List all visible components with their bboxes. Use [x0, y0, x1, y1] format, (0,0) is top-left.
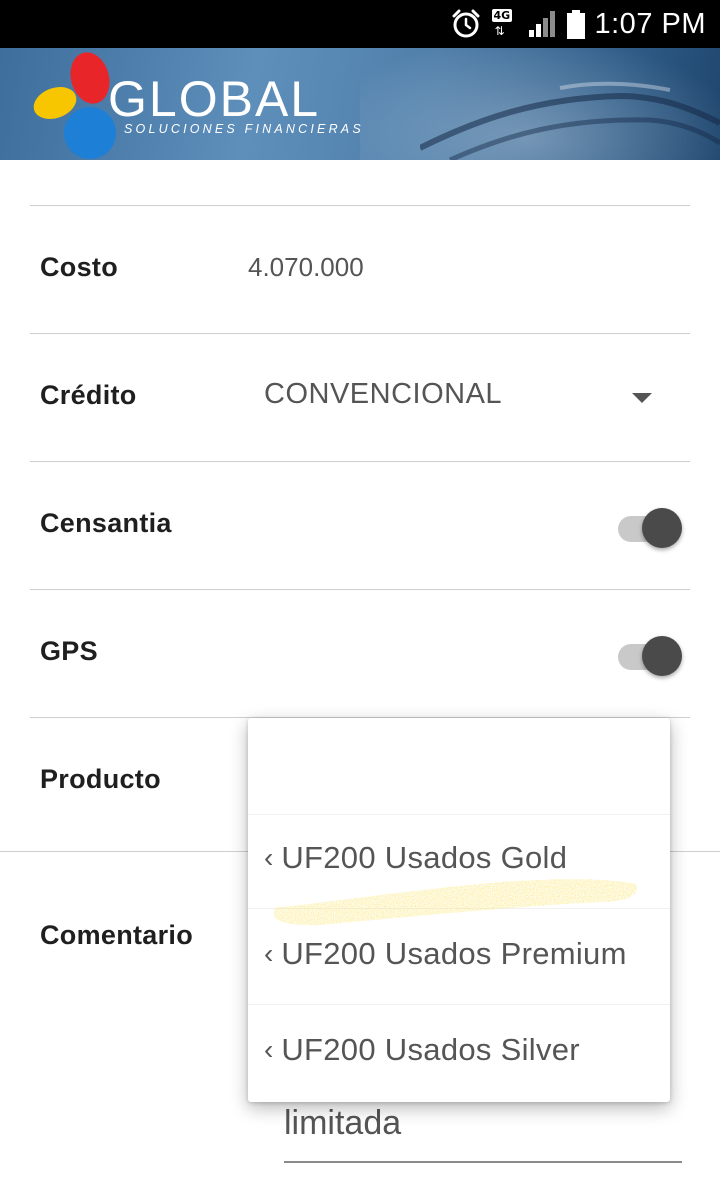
logo-wordmark: GLOBAL: [108, 71, 321, 127]
network-label: 4G: [491, 9, 513, 22]
status-icons: 4G ⇅ 1:07 PM: [451, 0, 707, 48]
costo-label: Costo: [40, 252, 118, 282]
credito-select[interactable]: CONVENCIONAL: [264, 378, 502, 411]
net-4g-icon: 4G ⇅: [491, 9, 517, 39]
divider: [30, 589, 690, 590]
divider: [30, 333, 690, 334]
chevron-left-icon: ‹: [264, 842, 274, 873]
chevron-left-icon: ‹: [264, 1034, 274, 1065]
comentario-input[interactable]: limitada: [284, 1104, 401, 1143]
dropdown-arrow-icon[interactable]: [632, 393, 652, 403]
header-banner: GLOBAL SOLUCIONES FINANCIERAS: [0, 48, 720, 160]
status-time: 1:07 PM: [594, 7, 706, 40]
censantia-toggle[interactable]: [618, 504, 684, 548]
divider: [30, 461, 690, 462]
producto-dropdown-menu: ‹ UF200 Usados Gold ‹ UF200 Usados Premi…: [248, 718, 670, 1102]
gps-label: GPS: [40, 636, 98, 666]
dropdown-option-premium[interactable]: ‹ UF200 Usados Premium: [248, 906, 670, 1002]
dropdown-option-label: UF200 Usados Gold: [281, 840, 568, 875]
car-background-image: [420, 81, 720, 160]
dropdown-option-empty[interactable]: [248, 718, 670, 814]
credito-label: Crédito: [40, 380, 137, 410]
dropdown-option-gold[interactable]: ‹ UF200 Usados Gold: [248, 810, 670, 906]
battery-icon: [566, 9, 585, 39]
dropdown-option-label: UF200 Usados Premium: [281, 936, 627, 971]
dropdown-option-silver[interactable]: ‹ UF200 Usados Silver: [248, 1002, 670, 1098]
comentario-label: Comentario: [40, 920, 194, 950]
data-arrows-icon: ⇅: [494, 24, 505, 38]
producto-label: Producto: [40, 764, 161, 794]
dropdown-option-label: UF200 Usados Silver: [281, 1032, 580, 1067]
comentario-underline: [284, 1161, 682, 1163]
gps-toggle[interactable]: [618, 632, 684, 676]
censantia-label: Censantia: [40, 508, 172, 538]
status-bar: 4G ⇅ 1:07 PM: [0, 0, 720, 48]
signal-icon: [527, 9, 557, 39]
chevron-left-icon: ‹: [264, 938, 274, 969]
divider: [30, 205, 690, 206]
alarm-icon: [451, 9, 481, 39]
costo-value: 4.070.000: [248, 252, 364, 282]
logo-tagline: SOLUCIONES FINANCIERAS: [124, 122, 364, 136]
